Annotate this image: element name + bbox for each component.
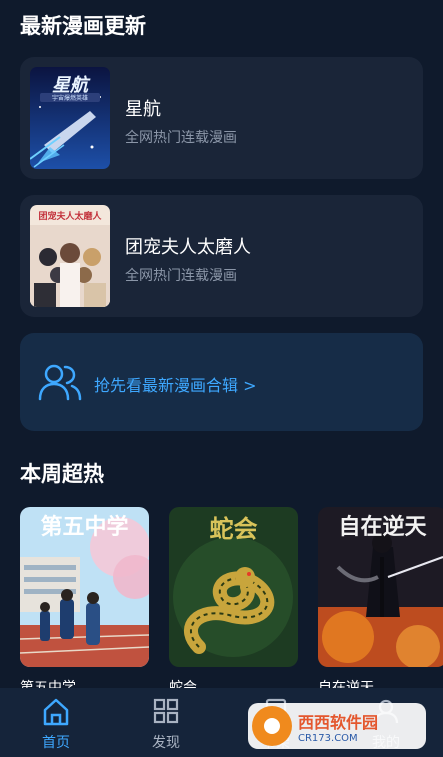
watermark-logo: 西西软件园 CR173.COM xyxy=(248,703,426,749)
watermark-text: 西西软件园 xyxy=(298,712,379,732)
promo-link[interactable]: 抢先看最新漫画合辑 > xyxy=(94,372,257,396)
tab-label: 首页 xyxy=(42,735,70,751)
cover-title-text: 团宠夫人太磨人 xyxy=(38,212,102,222)
hot-cover-title-text: 自在逆天 xyxy=(338,515,427,540)
grid-icon xyxy=(153,698,179,724)
hot-comic-cover[interactable]: 自在逆天 xyxy=(318,507,443,667)
watermark-logo-icon xyxy=(252,706,292,746)
hot-comic-cover[interactable]: 蛇会 xyxy=(169,507,298,667)
users-icon xyxy=(38,364,82,401)
hot-comic-item[interactable]: 自在逆天 自在逆天 xyxy=(318,507,443,696)
comic-cover-xinghang[interactable]: 星航 宇宙爆燃英雄 xyxy=(30,67,110,169)
tab-label: 发现 xyxy=(152,735,180,751)
comic-subtitle: 全网热门连载漫画 xyxy=(125,268,237,284)
home-icon xyxy=(43,698,69,726)
comic-title: 团宠夫人太磨人 xyxy=(125,237,251,258)
comic-card-tuanchong[interactable]: 团宠夫人太磨人 团宠夫人太磨人 全网热门连载漫画 xyxy=(20,195,423,317)
tab-discover[interactable]: 发现 xyxy=(126,688,206,757)
comic-cover-tuanchong[interactable]: 团宠夫人太磨人 xyxy=(30,205,110,307)
hot-cover-title-text: 蛇会 xyxy=(209,515,258,543)
hot-comic-item[interactable]: 第五中学 第五中学 xyxy=(20,507,149,696)
comic-card-xinghang[interactable]: 星航 宇宙爆燃英雄 星航 全网热门连载漫画 xyxy=(20,57,423,179)
watermark-subtext: CR173.COM xyxy=(298,732,358,744)
tab-home[interactable]: 首页 xyxy=(16,688,96,757)
weekly-section-title: 本周超热 xyxy=(20,462,104,486)
comic-title: 星航 xyxy=(125,99,161,120)
promo-banner[interactable]: 抢先看最新漫画合辑 > xyxy=(20,333,423,431)
hot-comic-item[interactable]: 蛇会 蛇会 xyxy=(169,507,298,696)
hot-comic-cover[interactable]: 第五中学 xyxy=(20,507,149,667)
comic-subtitle: 全网热门连载漫画 xyxy=(125,130,237,146)
latest-section-title: 最新漫画更新 xyxy=(20,14,146,38)
cover-subtitle-text: 宇宙爆燃英雄 xyxy=(40,93,100,102)
hot-cover-title-text: 第五中学 xyxy=(40,515,129,540)
